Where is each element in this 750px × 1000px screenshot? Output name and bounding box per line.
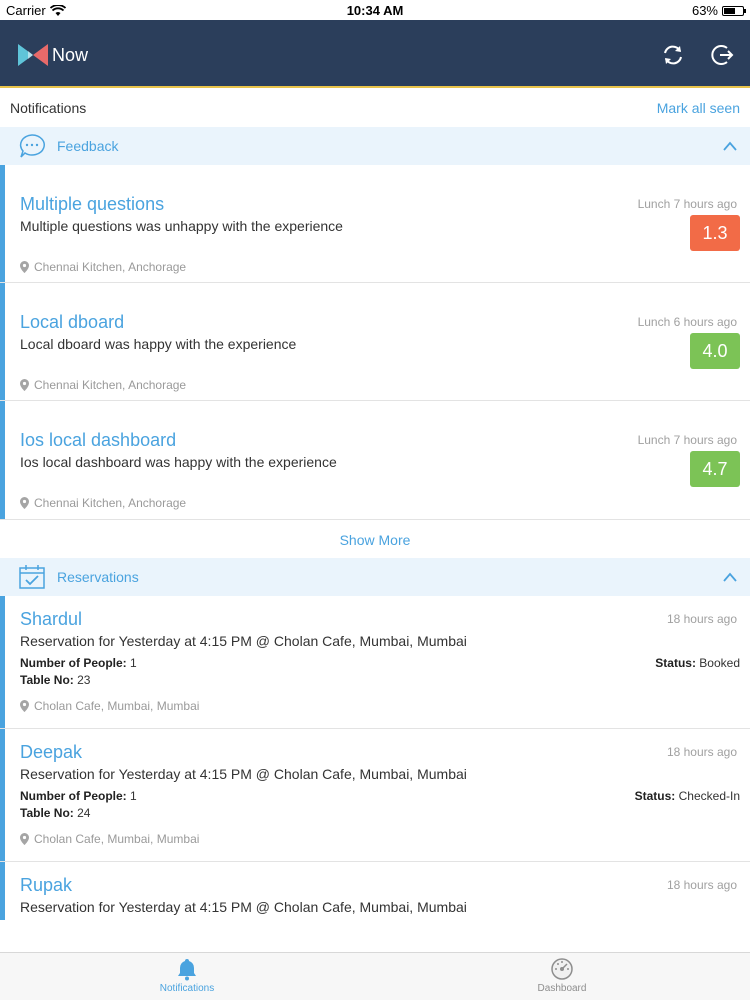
show-more-link[interactable]: Show More	[0, 520, 750, 558]
score-badge: 4.7	[690, 451, 740, 487]
feedback-item[interactable]: Local dboard Local dboard was happy with…	[0, 283, 750, 401]
status-value: Booked	[699, 656, 740, 670]
chat-bubble-icon	[19, 134, 45, 158]
reservation-description: Reservation for Yesterday at 4:15 PM @ C…	[20, 633, 467, 649]
location: Cholan Cafe, Mumbai, Mumbai	[20, 832, 199, 846]
reservation-description: Reservation for Yesterday at 4:15 PM @ C…	[20, 766, 467, 782]
card-accent	[0, 165, 5, 282]
location-pin-icon	[20, 833, 29, 845]
reservation-name: Shardul	[20, 609, 83, 629]
people-field: Number of People: 1	[20, 789, 137, 803]
score-badge: 1.3	[690, 215, 740, 251]
reservation-item[interactable]: Rupak Reservation for Yesterday at 4:15 …	[0, 862, 750, 920]
feedback-section-header[interactable]: Feedback	[0, 127, 750, 165]
battery-group: 63%	[691, 3, 746, 18]
people-label: Number of People:	[20, 656, 127, 670]
feedback-description: Multiple questions was unhappy with the …	[20, 218, 343, 234]
feedback-name: Local dboard	[20, 312, 125, 332]
status-label: Status:	[634, 789, 676, 803]
table-value: 23	[77, 673, 91, 687]
reservation-time: 18 hours ago	[666, 612, 737, 626]
feedback-name: Multiple questions	[20, 194, 165, 214]
status-bar: Carrier 10:34 AM 63%	[0, 0, 750, 20]
logout-icon	[711, 45, 734, 65]
feedback-time: Lunch 6 hours ago	[637, 315, 737, 329]
people-value: 1	[130, 789, 137, 803]
reservation-description: Reservation for Yesterday at 4:15 PM @ C…	[20, 899, 467, 915]
brand-name: Now	[52, 44, 89, 65]
location-text: Chennai Kitchen, Anchorage	[34, 496, 187, 510]
chevron-up-icon[interactable]	[722, 570, 738, 584]
tab-dashboard[interactable]: Dashboard	[502, 957, 622, 994]
status-field: Status: Booked	[655, 656, 740, 670]
score-badge: 4.0	[690, 333, 740, 369]
location-text: Cholan Cafe, Mumbai, Mumbai	[34, 699, 200, 713]
status-field: Status: Checked-In	[635, 789, 740, 803]
now-logo-icon	[18, 44, 48, 66]
battery-icon	[722, 5, 746, 16]
tab-bar: Notifications Dashboard	[0, 952, 750, 1000]
feedback-name: Ios local dashboard	[20, 430, 177, 450]
people-field: Number of People: 1	[20, 656, 137, 670]
reservations-section-label: Reservations	[57, 569, 139, 585]
chevron-up-icon[interactable]	[722, 139, 738, 153]
feedback-item[interactable]: Multiple questions Multiple questions wa…	[0, 165, 750, 283]
tab-label: Notifications	[159, 983, 215, 994]
location: Chennai Kitchen, Anchorage	[20, 378, 186, 392]
card-accent	[0, 283, 5, 400]
tab-notifications[interactable]: Notifications	[127, 957, 247, 994]
location-text: Chennai Kitchen, Anchorage	[34, 378, 187, 392]
location-pin-icon	[20, 261, 29, 273]
location-pin-icon	[20, 497, 29, 509]
card-accent	[0, 729, 5, 861]
card-accent	[0, 596, 5, 728]
battery-percent: 63%	[691, 3, 718, 18]
table-field: Table No: 24	[20, 806, 90, 820]
app-logo: Now	[18, 44, 88, 66]
refresh-icon	[664, 45, 682, 65]
feedback-section-label: Feedback	[57, 138, 119, 154]
reservation-time: 18 hours ago	[666, 878, 737, 892]
feedback-description: Local dboard was happy with the experien…	[20, 336, 297, 352]
feedback-item[interactable]: Ios local dashboard Ios local dashboard …	[0, 401, 750, 520]
table-field: Table No: 23	[20, 673, 90, 687]
location-pin-icon	[20, 379, 29, 391]
location-text: Cholan Cafe, Mumbai, Mumbai	[34, 832, 200, 846]
reservations-section-header[interactable]: Reservations	[0, 558, 750, 596]
mark-all-seen-link[interactable]: Mark all seen	[657, 100, 740, 116]
tab-label: Dashboard	[537, 983, 587, 994]
card-accent	[0, 862, 5, 920]
feedback-time: Lunch 7 hours ago	[637, 197, 737, 211]
status-label: Status:	[655, 656, 696, 670]
location: Chennai Kitchen, Anchorage	[20, 496, 186, 510]
bell-icon	[178, 959, 196, 981]
calendar-check-icon	[19, 565, 45, 589]
location-text: Chennai Kitchen, Anchorage	[34, 260, 187, 274]
notifications-bar: Notifications Mark all seen	[0, 90, 750, 127]
table-label: Table No:	[20, 673, 74, 687]
reservation-name: Rupak	[20, 875, 73, 895]
location-pin-icon	[20, 700, 29, 712]
refresh-button[interactable]	[660, 42, 686, 68]
table-value: 24	[77, 806, 91, 820]
reservation-item[interactable]: Deepak Reservation for Yesterday at 4:15…	[0, 729, 750, 862]
location: Cholan Cafe, Mumbai, Mumbai	[20, 699, 199, 713]
feedback-description: Ios local dashboard was happy with the e…	[20, 454, 337, 470]
logout-button[interactable]	[710, 42, 736, 68]
location: Chennai Kitchen, Anchorage	[20, 260, 186, 274]
status-value: Checked-In	[678, 789, 740, 803]
table-label: Table No:	[20, 806, 74, 820]
card-accent	[0, 401, 5, 519]
reservation-time: 18 hours ago	[666, 745, 737, 759]
feedback-time: Lunch 7 hours ago	[637, 433, 737, 447]
notifications-title: Notifications	[10, 100, 87, 116]
people-label: Number of People:	[20, 789, 127, 803]
clock: 10:34 AM	[346, 3, 404, 18]
app-header: Now	[0, 20, 750, 88]
people-value: 1	[130, 656, 137, 670]
reservation-name: Deepak	[20, 742, 83, 762]
reservation-item[interactable]: Shardul Reservation for Yesterday at 4:1…	[0, 596, 750, 729]
dashboard-gauge-icon	[551, 958, 573, 980]
